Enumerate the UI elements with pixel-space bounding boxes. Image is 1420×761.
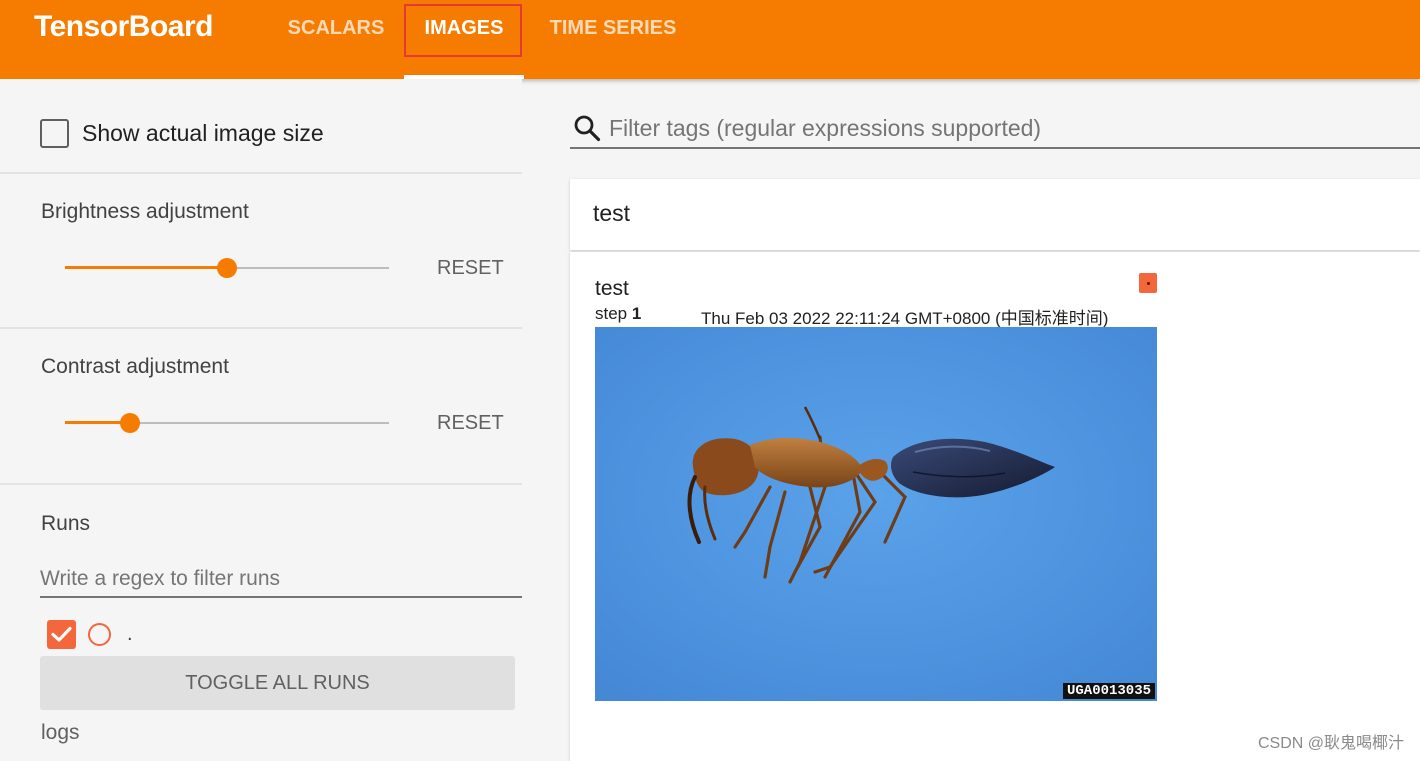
top-app-bar: TensorBoard SCALARS IMAGES TIME SERIES (0, 0, 1420, 79)
show-actual-size-label: Show actual image size (82, 119, 324, 146)
sidebar-divider (0, 172, 522, 174)
step-label: step (595, 304, 628, 323)
tab-scalars[interactable]: SCALARS (280, 0, 392, 79)
checkbox-box[interactable] (40, 118, 69, 148)
brightness-slider[interactable] (65, 256, 389, 280)
sidebar: Show actual image size Brightness adjust… (0, 79, 522, 761)
step-value: 1 (631, 304, 642, 323)
show-actual-size-checkbox[interactable]: Show actual image size (40, 117, 324, 149)
summary-image[interactable]: UGA0013035 (595, 327, 1157, 701)
tag-filter (570, 109, 1420, 149)
tag-group-header[interactable]: test (570, 179, 1420, 250)
sidebar-divider (0, 327, 522, 329)
app-brand: TensorBoard (34, 10, 213, 43)
contrast-title: Contrast adjustment (41, 355, 229, 378)
main-panel: test test step 1 Thu Feb 03 2022 22:11:2… (522, 79, 1420, 761)
slider-fill (65, 266, 227, 269)
menu-dot-icon (1146, 281, 1150, 285)
card-timestamp: Thu Feb 03 2022 22:11:24 GMT+0800 (中国标准时… (701, 309, 1109, 328)
card-menu-button[interactable] (1139, 273, 1157, 293)
tag-filter-input[interactable] (609, 111, 1420, 145)
run-item: . (47, 619, 133, 649)
logdir-label: logs (41, 721, 80, 744)
toggle-all-runs-button[interactable]: TOGGLE ALL RUNS (40, 656, 515, 710)
brightness-reset-button[interactable]: RESET (437, 257, 504, 280)
card-step: step 1 (595, 304, 641, 324)
tab-time-series[interactable]: TIME SERIES (538, 0, 688, 79)
tab-highlight-box (404, 4, 522, 57)
card-tag: test (595, 277, 629, 300)
runs-filter-input[interactable] (40, 562, 522, 598)
tag-group-title: test (593, 200, 631, 226)
slider-thumb[interactable] (119, 413, 140, 433)
sidebar-divider (0, 483, 522, 485)
contrast-reset-button[interactable]: RESET (437, 412, 504, 435)
slider-thumb[interactable] (217, 258, 237, 278)
run-color-radio[interactable] (88, 622, 111, 646)
run-checkbox[interactable] (47, 619, 76, 649)
checkmark-icon (51, 626, 72, 642)
run-name: . (127, 622, 133, 645)
image-id-label: UGA0013035 (1062, 683, 1155, 699)
runs-title: Runs (41, 512, 91, 535)
search-icon (574, 115, 601, 142)
watermark: CSDN @耿鬼喝椰汁 (1257, 735, 1404, 752)
contrast-slider[interactable] (65, 411, 389, 435)
image-card: test step 1 Thu Feb 03 2022 22:11:24 GMT… (570, 252, 1420, 761)
brightness-title: Brightness adjustment (41, 200, 249, 223)
ant-specimen-image (595, 327, 1157, 701)
